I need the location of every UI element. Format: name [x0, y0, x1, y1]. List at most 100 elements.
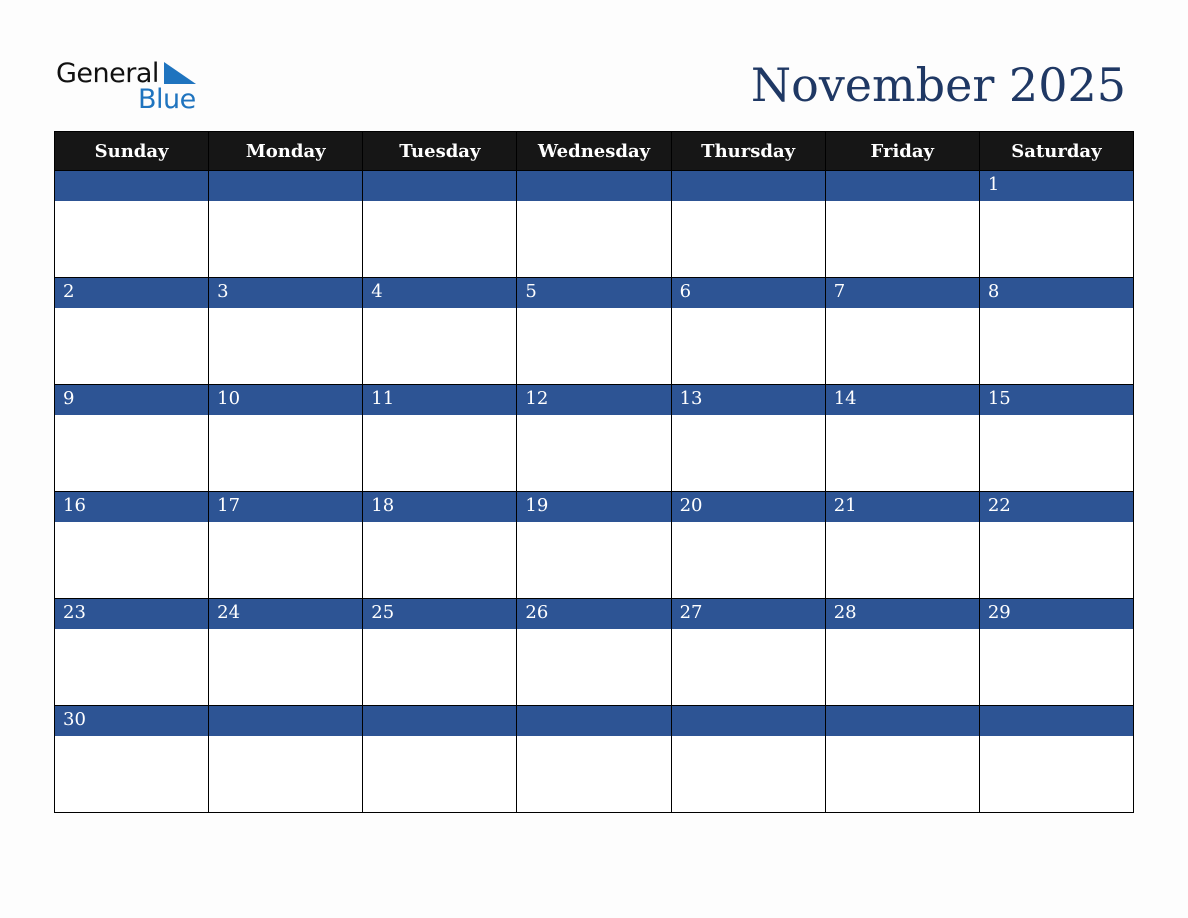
- day-notes-area: [517, 629, 671, 705]
- empty-day-cell[interactable]: [978, 705, 1135, 813]
- day-number: 4: [363, 278, 517, 308]
- day-cell[interactable]: 21: [824, 491, 980, 599]
- day-cell[interactable]: 7: [824, 277, 980, 385]
- day-notes-area: [55, 308, 209, 384]
- day-notes-area: [209, 415, 363, 491]
- day-cell[interactable]: 10: [208, 384, 364, 492]
- day-notes-area: [363, 522, 517, 598]
- day-cell[interactable]: 18: [362, 491, 518, 599]
- day-cell[interactable]: 28: [824, 598, 980, 706]
- weekday-monday: Monday: [208, 131, 364, 171]
- day-number: 23: [55, 599, 209, 629]
- day-cell[interactable]: 12: [516, 384, 672, 492]
- day-cell[interactable]: 22: [978, 491, 1135, 599]
- day-notes-area: [825, 308, 979, 384]
- day-number: 15: [979, 385, 1133, 415]
- day-number: [363, 706, 517, 736]
- empty-day-cell[interactable]: [362, 705, 518, 813]
- day-notes-area: [979, 522, 1133, 598]
- day-cell[interactable]: 15: [978, 384, 1135, 492]
- day-number: 18: [363, 492, 517, 522]
- day-cell[interactable]: 3: [208, 277, 364, 385]
- day-notes-area: [517, 308, 671, 384]
- day-cell[interactable]: 6: [670, 277, 826, 385]
- day-notes-area: [979, 201, 1133, 277]
- day-notes-area: [209, 629, 363, 705]
- day-number: 27: [671, 599, 825, 629]
- empty-day-cell[interactable]: [208, 705, 364, 813]
- day-cell[interactable]: 9: [53, 384, 210, 492]
- empty-day-cell[interactable]: [824, 170, 980, 278]
- week-row: 16 17 18 19 20 21 22: [53, 491, 1135, 599]
- day-cell[interactable]: 27: [670, 598, 826, 706]
- day-notes-area: [825, 415, 979, 491]
- day-cell[interactable]: 30: [53, 705, 210, 813]
- day-number: [671, 706, 825, 736]
- day-cell[interactable]: 5: [516, 277, 672, 385]
- empty-day-cell[interactable]: [516, 705, 672, 813]
- day-number: 12: [517, 385, 671, 415]
- day-notes-area: [825, 736, 979, 812]
- day-number: 13: [671, 385, 825, 415]
- day-cell[interactable]: 29: [978, 598, 1135, 706]
- day-cell[interactable]: 25: [362, 598, 518, 706]
- day-number: [517, 706, 671, 736]
- day-number: 7: [825, 278, 979, 308]
- empty-day-cell[interactable]: [824, 705, 980, 813]
- day-number: 22: [979, 492, 1133, 522]
- day-notes-area: [209, 522, 363, 598]
- day-number: [209, 706, 363, 736]
- day-cell[interactable]: 23: [53, 598, 210, 706]
- day-cell[interactable]: 20: [670, 491, 826, 599]
- weekday-wednesday: Wednesday: [516, 131, 672, 171]
- day-cell[interactable]: 11: [362, 384, 518, 492]
- weekday-tuesday: Tuesday: [362, 131, 518, 171]
- day-number: 11: [363, 385, 517, 415]
- day-notes-area: [363, 201, 517, 277]
- day-notes-area: [979, 736, 1133, 812]
- day-notes-area: [979, 308, 1133, 384]
- empty-day-cell[interactable]: [670, 170, 826, 278]
- day-notes-area: [209, 201, 363, 277]
- day-number: 9: [55, 385, 209, 415]
- empty-day-cell[interactable]: [208, 170, 364, 278]
- day-number: [363, 171, 517, 201]
- day-notes-area: [517, 736, 671, 812]
- day-cell[interactable]: 2: [53, 277, 210, 385]
- day-notes-area: [209, 736, 363, 812]
- day-cell[interactable]: 16: [53, 491, 210, 599]
- day-number: 25: [363, 599, 517, 629]
- day-cell[interactable]: 26: [516, 598, 672, 706]
- day-cell[interactable]: 1: [978, 170, 1135, 278]
- day-notes-area: [363, 308, 517, 384]
- day-number: [825, 706, 979, 736]
- day-number: 24: [209, 599, 363, 629]
- day-cell[interactable]: 17: [208, 491, 364, 599]
- day-notes-area: [979, 415, 1133, 491]
- day-number: [55, 171, 209, 201]
- day-cell[interactable]: 14: [824, 384, 980, 492]
- empty-day-cell[interactable]: [670, 705, 826, 813]
- day-cell[interactable]: 8: [978, 277, 1135, 385]
- weekday-friday: Friday: [824, 131, 980, 171]
- day-number: 1: [979, 171, 1133, 201]
- day-cell[interactable]: 19: [516, 491, 672, 599]
- empty-day-cell[interactable]: [53, 170, 210, 278]
- day-notes-area: [671, 522, 825, 598]
- empty-day-cell[interactable]: [362, 170, 518, 278]
- day-notes-area: [671, 736, 825, 812]
- day-cell[interactable]: 24: [208, 598, 364, 706]
- empty-day-cell[interactable]: [516, 170, 672, 278]
- day-cell[interactable]: 13: [670, 384, 826, 492]
- day-notes-area: [55, 415, 209, 491]
- day-number: 3: [209, 278, 363, 308]
- day-notes-area: [55, 629, 209, 705]
- day-number: 8: [979, 278, 1133, 308]
- week-row: 2345678: [53, 277, 1135, 385]
- day-cell[interactable]: 4: [362, 277, 518, 385]
- day-notes-area: [363, 415, 517, 491]
- weekday-sunday: Sunday: [53, 131, 210, 171]
- day-notes-area: [671, 308, 825, 384]
- day-notes-area: [517, 415, 671, 491]
- week-row: 1: [53, 170, 1135, 278]
